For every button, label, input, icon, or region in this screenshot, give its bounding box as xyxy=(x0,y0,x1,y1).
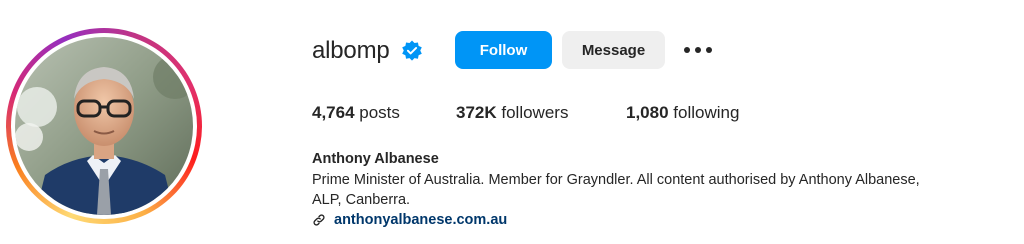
bio-line: Prime Minister of Australia. Member for … xyxy=(312,172,920,188)
verified-badge-icon xyxy=(402,40,422,61)
message-button[interactable]: Message xyxy=(562,31,665,69)
profile-username: albomp xyxy=(312,37,390,64)
posts-count: 4,764 xyxy=(312,103,355,122)
more-options-button[interactable] xyxy=(682,36,714,64)
follow-button[interactable]: Follow xyxy=(455,31,552,69)
following-count: 1,080 xyxy=(626,103,669,122)
avatar-ring-gap xyxy=(11,33,197,219)
posts-label: posts xyxy=(354,103,400,122)
posts-stat: 4,764 posts xyxy=(312,101,400,125)
bio-line: ALP, Canberra. xyxy=(312,192,411,208)
profile-website-link[interactable]: anthonyalbanese.com.au xyxy=(334,210,507,230)
link-icon xyxy=(313,214,325,226)
profile-avatar[interactable] xyxy=(6,28,202,224)
profile-bio: Prime Minister of Australia. Member for … xyxy=(312,170,1012,210)
followers-label: followers xyxy=(496,103,569,122)
more-horizontal-icon xyxy=(684,47,712,53)
followers-stat[interactable]: 372K followers xyxy=(456,101,568,125)
followers-count: 372K xyxy=(456,103,497,122)
avatar-photo xyxy=(15,37,193,215)
following-stat[interactable]: 1,080 following xyxy=(626,101,739,125)
following-label: following xyxy=(668,103,740,122)
profile-website-row: anthonyalbanese.com.au xyxy=(312,210,507,230)
profile-full-name: Anthony Albanese xyxy=(312,151,439,167)
